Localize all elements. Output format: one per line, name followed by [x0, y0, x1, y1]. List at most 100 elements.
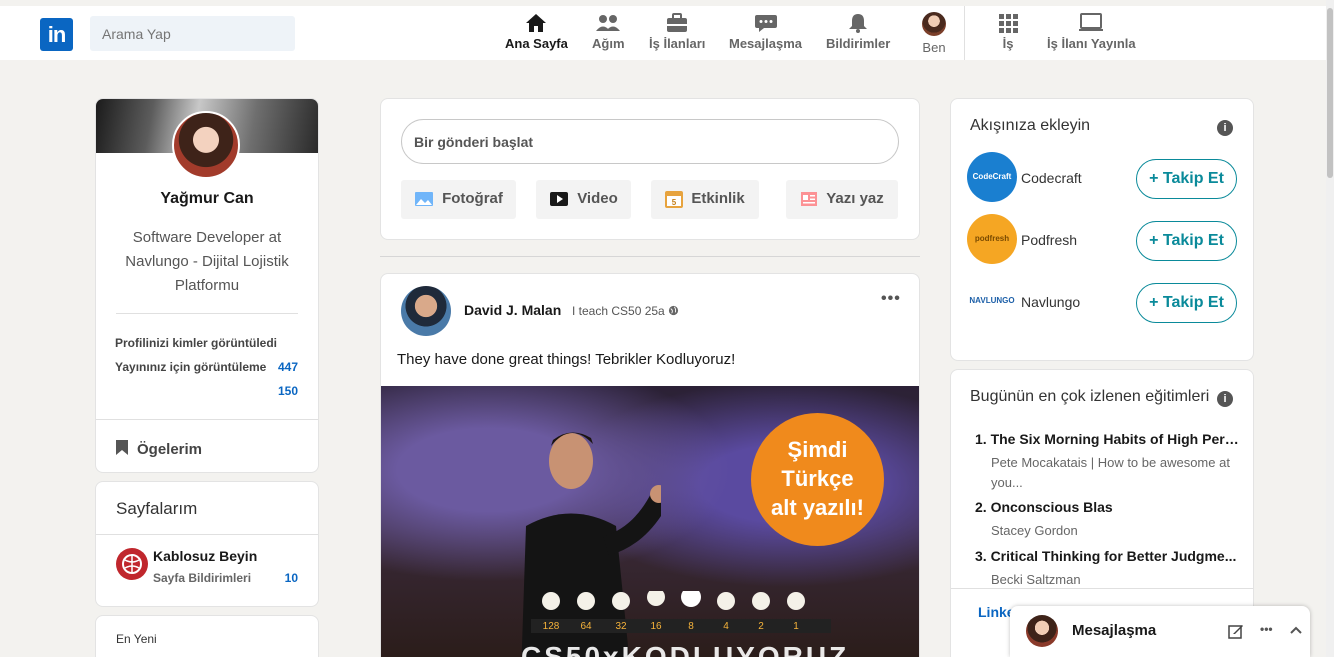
scrollbar-thumb[interactable]	[1327, 8, 1333, 178]
bell-icon	[849, 14, 868, 33]
photo-button[interactable]: Fotoğraf	[401, 180, 516, 219]
post-views-label[interactable]: Yayınınız için görüntüleme	[115, 360, 266, 374]
post-text: They have done great things! Tebrikler K…	[397, 351, 736, 368]
divider	[96, 534, 318, 535]
saved-items[interactable]: Ögelerim	[115, 439, 202, 458]
event-button[interactable]: 5 Etkinlik	[651, 180, 759, 219]
author-photo[interactable]	[401, 286, 451, 336]
start-post-input[interactable]: Bir gönderi başlat	[401, 119, 899, 164]
bulb-label: 4	[723, 621, 729, 632]
video-icon	[550, 192, 569, 207]
bulb-label: 16	[650, 621, 662, 632]
bubble-line-1: Şimdi	[787, 437, 848, 462]
nav-network-label: Ağım	[592, 36, 625, 51]
bubble-line-2: Türkçe	[781, 466, 854, 491]
course-item[interactable]: 2. Onconscious Blas Stacey Gordon	[975, 499, 1245, 541]
briefcase-icon	[667, 13, 688, 32]
profile-name[interactable]: Yağmur Can	[96, 190, 318, 208]
courses-title: Bugünün en çok izlenen eğitimleri	[970, 388, 1210, 405]
compose-icon[interactable]	[1228, 623, 1244, 639]
author-meta: I teach CS50 25a	[572, 304, 679, 318]
video-label: Video	[577, 190, 618, 207]
photo-label: Fotoğraf	[442, 190, 503, 207]
navlungo-logo[interactable]: NAVLUNGO	[967, 276, 1017, 326]
pages-title: Sayfalarım	[116, 499, 198, 518]
author-name[interactable]: David J. Malan	[464, 302, 561, 318]
grid-icon	[999, 14, 1018, 33]
pages-card: Sayfalarım Kablosuz Beyin Sayfa Bildirim…	[95, 481, 319, 607]
more-icon[interactable]: •••	[1260, 622, 1273, 636]
company-name[interactable]: Navlungo	[1021, 294, 1080, 310]
messaging-icon	[754, 15, 777, 32]
follow-button[interactable]: + Takip Et	[1136, 283, 1237, 323]
search-input[interactable]	[90, 16, 295, 51]
page-notifications-count[interactable]: 10	[285, 571, 298, 585]
profile-views-count[interactable]: 447	[278, 360, 298, 374]
page-name[interactable]: Kablosuz Beyin	[153, 548, 257, 564]
bulb-label: 1	[793, 621, 799, 632]
profile-headline: Software Developer at Navlungo - Dijital…	[125, 229, 289, 294]
globe-icon	[668, 305, 679, 316]
bulb-0: 128	[542, 592, 560, 632]
bulb-label: 128	[543, 621, 560, 632]
follow-card: Akışınıza ekleyin i CodeCraft Codecraft …	[950, 98, 1254, 361]
course-item[interactable]: 1. The Six Morning Habits of High Perf..…	[975, 431, 1245, 493]
info-icon[interactable]: i	[1217, 391, 1233, 407]
messaging-bar[interactable]: Mesajlaşma •••	[1010, 606, 1310, 657]
post-image[interactable]: Şimdi Türkçe alt yazılı! 128 64 32 16 8 …	[381, 386, 919, 657]
saved-items-label: Ögelerim	[137, 441, 203, 458]
post-more-icon[interactable]: •••	[881, 290, 901, 308]
nav-home[interactable]: Ana Sayfa	[505, 12, 568, 51]
calendar-day: 5	[672, 198, 677, 207]
linkedin-logo[interactable]: in	[40, 18, 73, 51]
company-name[interactable]: Podfresh	[1021, 232, 1077, 248]
follow-button[interactable]: + Takip Et	[1136, 221, 1237, 261]
page-notifications-label[interactable]: Sayfa Bildirimleri	[153, 571, 251, 585]
nav-notifications[interactable]: Bildirimler	[826, 12, 890, 51]
nav-messaging[interactable]: Mesajlaşma	[729, 12, 802, 51]
nav-post-job[interactable]: İş İlanı Yayınla	[1047, 12, 1136, 51]
article-icon	[801, 192, 818, 207]
info-icon[interactable]: i	[1217, 120, 1233, 136]
calendar-icon: 5	[665, 191, 684, 209]
nav-me[interactable]: Ben	[922, 12, 946, 55]
follow-title: Akışınıza ekleyin	[970, 117, 1091, 134]
nav-network[interactable]: Ağım	[592, 12, 625, 51]
company-name[interactable]: Codecraft	[1021, 170, 1082, 186]
photo-icon	[415, 192, 434, 207]
messaging-label: Mesajlaşma	[1072, 622, 1157, 639]
nav-work-label: İş	[1002, 36, 1014, 51]
chevron-up-icon[interactable]	[1289, 625, 1303, 635]
course-author: Stacey Gordon	[991, 523, 1078, 538]
divider	[116, 313, 298, 314]
course-item[interactable]: 3. Critical Thinking for Better Judgme..…	[975, 548, 1245, 590]
profile-card: Yağmur Can Software Developer at Navlung…	[95, 98, 319, 473]
profile-photo[interactable]	[172, 111, 240, 179]
feed-post: David J. Malan I teach CS50 25a ••• They…	[380, 273, 920, 657]
bulb-label: 32	[615, 621, 627, 632]
podfresh-logo[interactable]: podfresh	[967, 214, 1017, 264]
article-button[interactable]: Yazı yaz	[786, 180, 898, 219]
nav-jobs[interactable]: İş İlanları	[649, 12, 705, 51]
post-views-count[interactable]: 150	[278, 384, 298, 398]
author-meta-text: I teach CS50 25a	[572, 304, 665, 318]
profile-views-label[interactable]: Profilinizi kimler görüntüledi	[115, 336, 277, 350]
course-title: 2. Onconscious Blas	[975, 499, 1113, 515]
divider	[96, 419, 318, 420]
video-button[interactable]: Video	[536, 180, 631, 219]
monitor-icon	[1079, 13, 1104, 31]
nav-notifications-label: Bildirimler	[826, 36, 891, 51]
nav-divider	[964, 6, 965, 60]
nav-me-label: Ben	[922, 40, 946, 55]
avatar	[1026, 615, 1058, 647]
nav-work[interactable]: İş	[997, 12, 1019, 51]
nav-post-job-label: İş İlanı Yayınla	[1047, 36, 1136, 51]
page-logo[interactable]	[116, 548, 148, 580]
course-author: Becki Saltzman	[991, 572, 1081, 587]
codecraft-logo[interactable]: CodeCraft	[967, 152, 1017, 202]
bulb-label: 2	[758, 621, 764, 632]
subtitle-badge: Şimdi Türkçe alt yazılı!	[751, 413, 884, 546]
nav-home-label: Ana Sayfa	[505, 36, 568, 51]
follow-button[interactable]: + Takip Et	[1136, 159, 1237, 199]
feed-divider	[380, 256, 920, 257]
